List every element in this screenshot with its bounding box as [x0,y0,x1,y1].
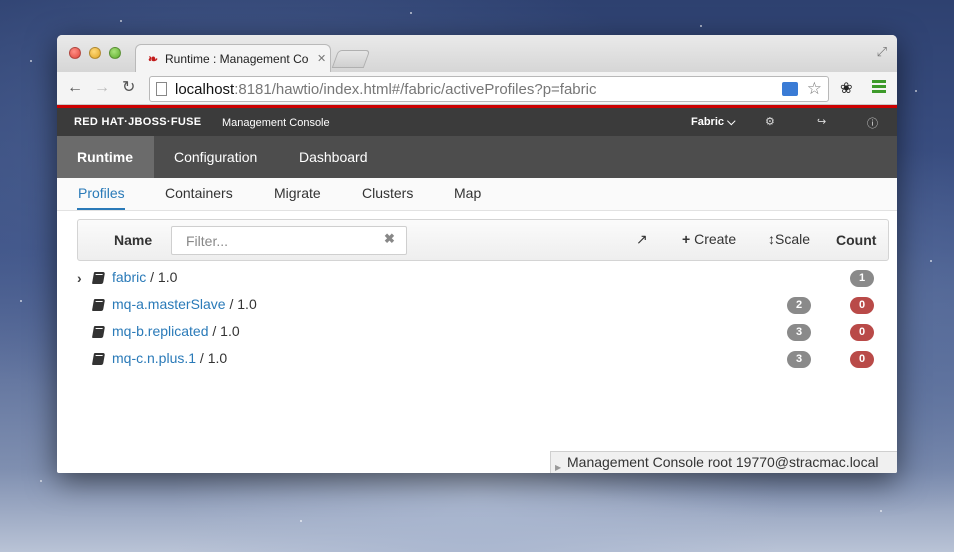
sub-navigation: Profiles Containers Migrate Clusters Map [57,178,897,211]
html5-icon [782,82,798,96]
help-icon[interactable]: ⓘ [867,115,878,131]
forward-arrow-icon[interactable]: → [94,78,110,98]
subnav-profiles[interactable]: Profiles [78,185,125,201]
subnav-map[interactable]: Map [454,185,481,201]
book-icon [91,299,106,311]
active-tab-indicator [77,208,125,210]
browser-tab[interactable]: ❧ Runtime : Management Co ✕ [135,44,331,72]
chevron-down-icon: ⌵ [727,116,736,128]
browser-menu-icon[interactable] [872,80,886,95]
table-row: mq-c.n.plus.1 / 1.0 3 0 [77,347,889,374]
scale-button[interactable]: ↕Scale [768,231,810,247]
problem-count-badge[interactable]: 0 [850,324,874,341]
back-arrow-icon[interactable]: ← [67,78,83,98]
clear-filter-icon[interactable]: ✖ [384,231,395,247]
window-minimize-button[interactable] [89,47,101,59]
profile-name[interactable]: mq-b.replicated [112,323,209,339]
page-icon [156,82,167,96]
nav-runtime[interactable]: Runtime [57,136,154,178]
count-column-header: Count [836,232,877,248]
book-icon [91,326,106,338]
window-maximize-button[interactable] [109,47,121,59]
status-bar: ▶ Management Console root 19770@stracmac… [550,451,897,473]
profile-name[interactable]: mq-c.n.plus.1 [112,350,196,366]
reload-icon[interactable]: ↻ [122,78,135,98]
profile-link[interactable]: mq-b.replicated / 1.0 [112,323,240,339]
table-row: mq-b.replicated / 1.0 3 0 [77,320,889,347]
problem-count-badge[interactable]: 0 [850,297,874,314]
app-header: RED HAT·JBOSS·FUSE Management Console Fa… [57,108,897,136]
create-button[interactable]: + Create [682,231,736,247]
container-count-badge[interactable]: 1 [850,270,874,287]
open-external-icon[interactable]: ↗ [636,231,648,248]
extension-icon[interactable]: ❀ [840,79,853,97]
profile-link[interactable]: mq-c.n.plus.1 / 1.0 [112,350,227,366]
subnav-containers[interactable]: Containers [165,185,233,201]
filter-input[interactable] [171,226,407,255]
nav-dashboard[interactable]: Dashboard [279,136,388,178]
browser-window: ❧ Runtime : Management Co ✕ ⤢ ← → ↻ loca… [57,35,897,473]
profile-link[interactable]: mq-a.masterSlave / 1.0 [112,296,257,312]
tab-close-icon[interactable]: ✕ [317,52,326,65]
profile-link[interactable]: fabric / 1.0 [112,269,177,285]
preferences-icon[interactable]: ⚙ [765,115,775,128]
book-icon [91,353,106,365]
logout-icon[interactable]: ↪ [817,115,826,128]
tab-title: Runtime : Management Co [165,51,309,66]
profile-version: / 1.0 [208,323,240,339]
fullscreen-icon[interactable]: ⤢ [877,44,887,60]
main-navigation: Runtime Configuration Dashboard [57,136,897,178]
bookmark-star-icon[interactable]: ☆ [807,79,822,99]
scale-label: Scale [775,231,811,247]
nav-configuration[interactable]: Configuration [154,136,277,178]
fabric-dropdown[interactable]: Fabric ⌵ [691,116,735,129]
browser-titlebar: ❧ Runtime : Management Co ✕ ⤢ [57,35,897,72]
book-icon [91,272,106,284]
name-column-header[interactable]: Name [114,232,152,248]
status-text: Management Console root 19770@stracmac.l… [567,454,879,470]
brand-logo: RED HAT·JBOSS·FUSE [74,116,202,128]
table-row: › fabric / 1.0 1 [77,266,889,293]
table-row: mq-a.masterSlave / 1.0 2 0 [77,293,889,320]
plus-icon: + [682,231,691,247]
container-count-badge[interactable]: 3 [787,324,811,341]
profile-name[interactable]: fabric [112,269,146,285]
new-tab-button[interactable] [331,50,371,68]
url-host: localhost [175,80,235,98]
url-path: :8181/hawtio/index.html#/fabric/activePr… [234,80,597,98]
create-label: Create [694,231,737,247]
profiles-grid-header: Name ✖ ↗ + Create ↕Scale Count [77,219,889,261]
subnav-clusters[interactable]: Clusters [362,185,413,201]
window-close-button[interactable] [69,47,81,59]
subnav-migrate[interactable]: Migrate [274,185,321,201]
app-subtitle: Management Console [222,117,330,129]
container-count-badge[interactable]: 2 [787,297,811,314]
hawtio-favicon-icon: ❧ [148,51,159,66]
fabric-dropdown-label: Fabric [691,116,725,128]
chevron-right-icon[interactable]: › [77,270,82,286]
address-bar[interactable]: localhost:8181/hawtio/index.html#/fabric… [149,76,829,102]
problem-count-badge[interactable]: 0 [850,351,874,368]
resize-vertical-icon: ↕ [768,231,775,247]
profile-version: / 1.0 [146,269,178,285]
profile-name[interactable]: mq-a.masterSlave [112,296,226,312]
browser-toolbar: ← → ↻ localhost:8181/hawtio/index.html#/… [57,72,897,105]
profile-version: / 1.0 [225,296,257,312]
expand-arrow-icon[interactable]: ▶ [555,458,561,473]
container-count-badge[interactable]: 3 [787,351,811,368]
profile-version: / 1.0 [196,350,228,366]
